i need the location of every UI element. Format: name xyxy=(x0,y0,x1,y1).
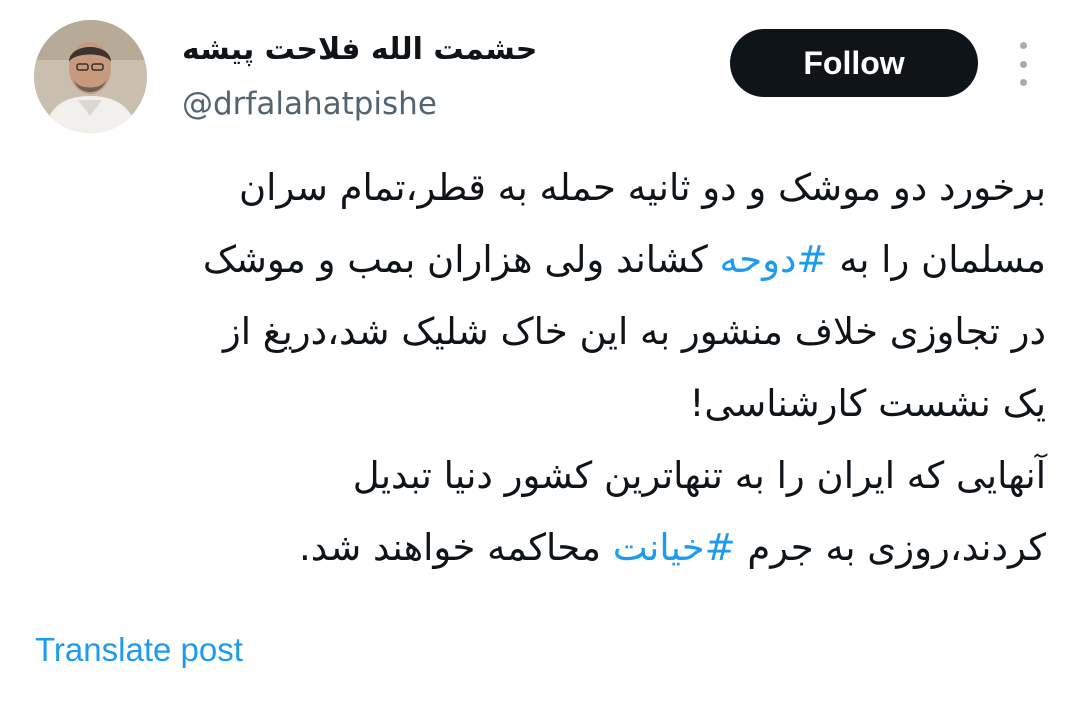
tweet-text-segment: کردند،روزی به جرم xyxy=(735,526,1046,569)
tweet-text-segment: برخورد دو موشک و دو ثانیه حمله به قطر،تم… xyxy=(239,166,1046,209)
translate-post-link[interactable]: Translate post xyxy=(35,628,243,672)
tweet-text-segment: کشاند ولی هزاران بمب و موشک xyxy=(202,238,720,281)
tweet-line: یک نشست کارشناسی! xyxy=(34,368,1046,440)
hashtag-link-doha[interactable]: #دوحه xyxy=(719,238,827,281)
profile-photo-icon xyxy=(34,20,147,133)
more-vertical-icon[interactable] xyxy=(1008,42,1038,86)
tweet-text-segment: آنهایی که ایران را به تنهاترین کشور دنیا… xyxy=(352,454,1046,497)
hashtag-link-treason[interactable]: #خیانت xyxy=(613,526,736,569)
more-dot xyxy=(1019,79,1027,86)
author-avatar[interactable] xyxy=(34,20,147,133)
tweet-line: مسلمان را به #دوحه کشاند ولی هزاران بمب … xyxy=(34,224,1046,296)
tweet-text-segment: محاکمه خواهند شد. xyxy=(299,526,613,569)
tweet-line: در تجاوزی خلاف منشور به این خاک شلیک شد،… xyxy=(34,296,1046,368)
more-dot xyxy=(1019,60,1027,68)
more-dot xyxy=(1019,42,1027,49)
author-handle[interactable]: @drfalahatpishe xyxy=(182,82,437,126)
tweet-text: برخورد دو موشک و دو ثانیه حمله به قطر،تم… xyxy=(34,152,1046,584)
tweet-line: کردند،روزی به جرم #خیانت محاکمه خواهند ش… xyxy=(34,512,1046,584)
follow-button[interactable]: Follow xyxy=(730,29,978,97)
tweet-line: برخورد دو موشک و دو ثانیه حمله به قطر،تم… xyxy=(34,152,1046,224)
author-display-name[interactable]: حشمت الله فلاحت پیشه xyxy=(182,28,537,72)
tweet-text-segment: یک نشست کارشناسی! xyxy=(689,382,1046,425)
tweet-line: آنهایی که ایران را به تنهاترین کشور دنیا… xyxy=(34,440,1046,512)
tweet-text-segment: مسلمان را به xyxy=(827,238,1046,281)
tweet-text-segment: در تجاوزی خلاف منشور به این خاک شلیک شد،… xyxy=(222,310,1046,353)
